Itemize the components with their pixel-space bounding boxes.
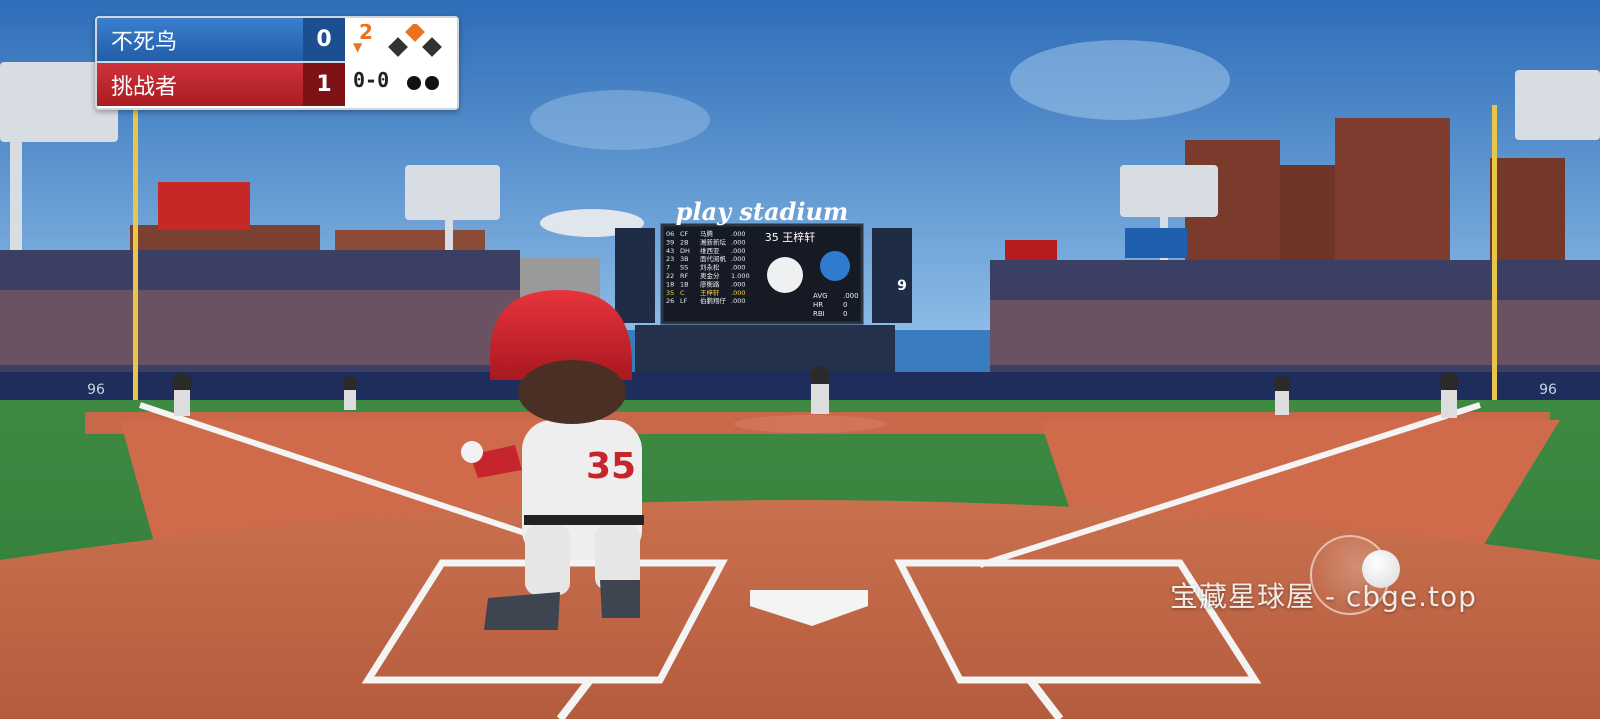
home-team-score: 1 <box>303 63 345 106</box>
first-base-icon <box>422 37 442 57</box>
lineup-name: 奥金分 <box>700 271 720 280</box>
foul-pole-left <box>133 110 138 402</box>
lineup-order: 39 <box>666 238 674 246</box>
crowd-right <box>990 300 1600 365</box>
billboard <box>1125 228 1187 258</box>
lineup-avg: 1.000 <box>731 272 750 280</box>
crowd-left <box>0 290 520 365</box>
lineup-name: 维西亚 <box>700 246 720 255</box>
stat-label: AVG <box>813 292 828 300</box>
lineup-name: 马腾 <box>700 229 714 238</box>
lineup-position: DH <box>680 247 690 255</box>
lineup-name: 廖衡路 <box>700 279 720 288</box>
out-dot <box>425 76 439 90</box>
lineup-order: 22 <box>666 272 674 280</box>
lineup-order: 26 <box>666 297 674 305</box>
away-team-row: 不死鸟 0 <box>97 18 345 61</box>
away-team-score: 0 <box>303 18 345 61</box>
watermark-text: 宝藏星球屋 - cbge.top <box>1170 580 1477 613</box>
lineup-order: 18 <box>666 280 674 288</box>
lineup-position: 3B <box>680 255 689 263</box>
lineup-order: 06 <box>666 230 674 238</box>
home-team-row: 挑战者 1 <box>97 63 345 106</box>
batter-jersey-number: 35 <box>586 446 636 487</box>
lineup-order: 35 <box>666 289 674 297</box>
lineup-position: SS <box>680 264 688 272</box>
stat-label: HR <box>813 301 823 309</box>
lineup-order: 7 <box>666 264 670 272</box>
side-board-number: 9 <box>897 278 907 294</box>
lineup-order: 23 <box>666 255 674 263</box>
out-dot <box>407 76 421 90</box>
lineup-name: 刘永松 <box>700 263 720 272</box>
lineup-avg: .000 <box>731 230 745 238</box>
wall-number-right: 96 <box>1539 382 1557 398</box>
lineup-order: 43 <box>666 247 674 255</box>
score-hud: 不死鸟 0 挑战者 1 2 ▼ 0-0 <box>95 16 459 110</box>
jumbotron-globe-icon <box>820 251 850 281</box>
lineup-name: 伯鹏翔仔 <box>700 296 727 305</box>
stadium-sign: play stadium <box>676 197 849 226</box>
second-base-icon <box>405 24 425 42</box>
lineup-avg: .000 <box>731 264 745 272</box>
lineup-avg: .000 <box>731 247 745 255</box>
jumbotron-player-avatar <box>767 257 803 293</box>
lineup-avg: .000 <box>731 297 745 305</box>
lineup-position: LF <box>680 297 688 305</box>
bases-diamond-icon <box>388 24 442 57</box>
lineup-position: RF <box>680 272 689 280</box>
lineup-name: 潮新新坛 <box>700 237 727 246</box>
cloud <box>1010 40 1230 120</box>
stat-value: .000 <box>843 292 859 300</box>
jumbotron-player-header: 35 王梓轩 <box>765 230 816 244</box>
ball-strike-count: 0-0 <box>353 68 390 92</box>
lineup-position: C <box>680 289 685 297</box>
foul-pole-right <box>1492 105 1497 402</box>
game-status: 2 ▼ 0-0 <box>345 18 457 108</box>
lineup-position: 1B <box>680 280 689 288</box>
inning-half-arrow-icon: ▼ <box>353 40 363 54</box>
third-base-icon <box>388 37 408 57</box>
lineup-avg: .000 <box>731 255 745 263</box>
billboard <box>158 182 250 230</box>
home-team-name: 挑战者 <box>111 74 178 100</box>
lineup-avg: .000 <box>731 238 745 246</box>
lineup-position: CF <box>680 230 689 238</box>
stat-value: 0 <box>843 301 847 309</box>
outfield-wall <box>0 372 1600 402</box>
away-team-name: 不死鸟 <box>111 29 178 55</box>
outs-indicator <box>407 76 439 90</box>
lineup-avg: .000 <box>731 280 745 288</box>
lineup-name: 王梓轩 <box>700 288 720 297</box>
lineup-name: 面代阅帆 <box>700 254 727 263</box>
cloud <box>530 90 710 150</box>
wall-number-left: 96 <box>87 382 105 398</box>
lineup-avg: .000 <box>731 289 745 297</box>
stat-label: RBI <box>813 310 825 318</box>
lineup-position: 2B <box>680 238 689 246</box>
stat-value: 0 <box>843 310 847 318</box>
pitchers-mound <box>734 415 886 433</box>
